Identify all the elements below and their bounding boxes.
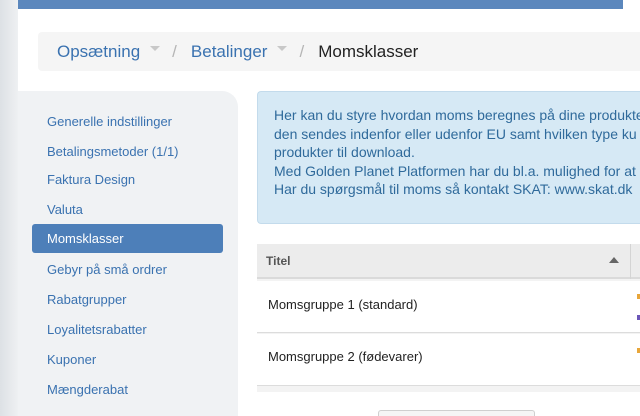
- table-header: Titel: [257, 244, 640, 279]
- sidebar-item-loyalitetsrabatter[interactable]: Loyalitetsrabatter: [47, 319, 147, 340]
- sidebar-menu: Generelle indstillinger Betalingsmetoder…: [18, 91, 238, 416]
- column-header-title[interactable]: Titel: [266, 254, 290, 268]
- sidebar-item-betalingsmetoder[interactable]: Betalingsmetoder (1/1): [47, 141, 179, 162]
- breadcrumb-separator: /: [299, 41, 305, 61]
- caret-down-icon[interactable]: [277, 46, 288, 51]
- table-row[interactable]: Momsgruppe 2 (fødevarer): [257, 334, 640, 386]
- sort-asc-icon[interactable]: [609, 257, 619, 263]
- breadcrumb-item-betalinger[interactable]: Betalinger: [191, 42, 288, 62]
- page-content: Opsætning / Betalinger / Momsklasser Gen…: [18, 0, 640, 416]
- top-navigation-bar: [18, 0, 623, 9]
- table-row[interactable]: Momsgruppe 1 (standard): [257, 281, 640, 333]
- info-line: den sendes indenfor eller udenfor EU sam…: [274, 125, 637, 142]
- row-title[interactable]: Momsgruppe 2 (fødevarer): [268, 349, 423, 364]
- sidebar-item-generelle-indstillinger[interactable]: Generelle indstillinger: [47, 111, 172, 132]
- sidebar-item-momsklasser[interactable]: Momsklasser: [32, 224, 223, 253]
- breadcrumb: Opsætning / Betalinger / Momsklasser: [38, 32, 640, 71]
- breadcrumb-label[interactable]: Betalinger: [191, 42, 268, 62]
- sidebar-item-gebyr[interactable]: Gebyr på små ordrer: [47, 259, 167, 280]
- sidebar-item-kuponer[interactable]: Kuponer: [47, 349, 96, 370]
- breadcrumb-label[interactable]: Opsætning: [57, 42, 140, 62]
- breadcrumb-item-opsaetning[interactable]: Opsætning: [57, 42, 161, 62]
- sidebar-item-valuta[interactable]: Valuta: [47, 199, 83, 220]
- vat-classes-table: Titel Momsgruppe 1 (standard) Momsgruppe…: [257, 244, 640, 392]
- caret-down-icon[interactable]: [150, 46, 161, 51]
- breadcrumb-separator: /: [172, 41, 177, 61]
- info-alert: Her kan du styre hvordan moms beregnes p…: [257, 91, 640, 224]
- sidebar-item-faktura-design[interactable]: Faktura Design: [47, 169, 135, 190]
- bottom-button[interactable]: [378, 410, 535, 416]
- info-line: Har du spørgsmål til moms så kontakt SKA…: [274, 181, 633, 197]
- info-line: Med Golden Planet Platformen har du bl.a…: [274, 162, 636, 179]
- sidebar-item-rabatgrupper[interactable]: Rabatgrupper: [47, 289, 127, 310]
- info-line: produkter til download.: [274, 144, 415, 160]
- breadcrumb-current: Momsklasser: [318, 41, 419, 61]
- column-divider: [630, 244, 631, 279]
- info-line: Her kan du styre hvordan moms beregnes p…: [274, 107, 640, 123]
- row-title[interactable]: Momsgruppe 1 (standard): [268, 297, 418, 312]
- sidebar-item-maengderabat[interactable]: Mængderabat: [47, 379, 128, 400]
- left-edge-shade: [0, 0, 18, 416]
